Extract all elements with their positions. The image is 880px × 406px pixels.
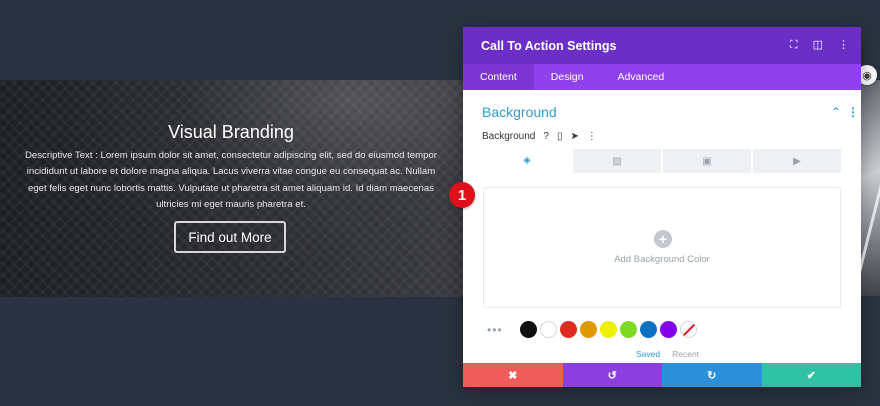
chevron-up-icon[interactable]: ⌃: [831, 105, 841, 119]
swatch-yellow[interactable]: [599, 321, 617, 338]
swatch-white[interactable]: [539, 321, 557, 338]
cta-hero-card: Visual Branding Descriptive Text : Lorem…: [0, 80, 470, 297]
color-fill-icon[interactable]: ◈: [483, 149, 571, 173]
recent-palette-tab[interactable]: Recent: [672, 349, 699, 359]
swatch-black[interactable]: [519, 321, 537, 338]
save-button[interactable]: ✔: [761, 363, 861, 387]
panel-title: Call To Action Settings: [481, 38, 617, 53]
mobile-icon[interactable]: ▯: [557, 131, 563, 142]
swatch-blue[interactable]: [639, 321, 657, 338]
palette-tabs: Saved Recent: [636, 349, 699, 359]
panel-footer: ✖ ↺ ↻ ✔: [463, 363, 861, 387]
cursor-hover-icon[interactable]: ➤: [570, 131, 578, 142]
section-more-icon[interactable]: ⋮: [847, 105, 859, 119]
panel-header[interactable]: Call To Action Settings ⛶ ◫ ⋮: [463, 27, 861, 64]
no-color-swatch-icon[interactable]: [679, 321, 697, 338]
find-out-more-button[interactable]: Find out More: [174, 221, 286, 253]
background-option-row: Background ? ▯ ➤ ⋮: [482, 131, 597, 142]
swatch-orange[interactable]: [579, 321, 597, 338]
hero-description: Descriptive Text : Lorem ipsum dolor sit…: [24, 150, 437, 211]
gradient-icon[interactable]: ▨: [573, 149, 661, 173]
hero-title: Visual Branding: [168, 122, 294, 142]
tab-content[interactable]: Content: [463, 64, 534, 90]
section-title-background[interactable]: Background: [482, 104, 557, 120]
more-vertical-icon[interactable]: ⋮: [838, 40, 849, 51]
more-swatches-icon[interactable]: •••: [487, 323, 503, 337]
image-icon[interactable]: ▣: [663, 149, 751, 173]
panel-tabs: Content Design Advanced: [463, 64, 861, 90]
background-type-tabs: ◈ ▨ ▣ ▶: [483, 149, 841, 173]
add-background-color-label: Add Background Color: [614, 254, 710, 265]
tab-advanced[interactable]: Advanced: [600, 64, 681, 90]
cancel-button[interactable]: ✖: [463, 363, 563, 387]
swatch-purple[interactable]: [659, 321, 677, 338]
options-icon[interactable]: ⋮: [587, 131, 597, 142]
redo-button[interactable]: ↻: [662, 363, 762, 387]
saved-palette-tab[interactable]: Saved: [636, 349, 660, 359]
step-badge: 1: [449, 182, 475, 208]
swatch-green[interactable]: [619, 321, 637, 338]
settings-panel: Call To Action Settings ⛶ ◫ ⋮ Content De…: [463, 27, 861, 387]
tab-design[interactable]: Design: [534, 64, 601, 90]
color-swatches: •••: [487, 321, 697, 338]
swatch-red[interactable]: [559, 321, 577, 338]
fullscreen-icon[interactable]: ⛶: [790, 40, 798, 51]
add-background-color-area[interactable]: + Add Background Color: [483, 187, 841, 308]
background-label: Background: [482, 131, 536, 142]
split-view-icon[interactable]: ◫: [813, 40, 823, 51]
video-icon[interactable]: ▶: [753, 149, 841, 173]
add-color-plus-icon[interactable]: +: [654, 230, 672, 248]
undo-button[interactable]: ↺: [562, 363, 662, 387]
help-icon[interactable]: ?: [543, 131, 549, 142]
